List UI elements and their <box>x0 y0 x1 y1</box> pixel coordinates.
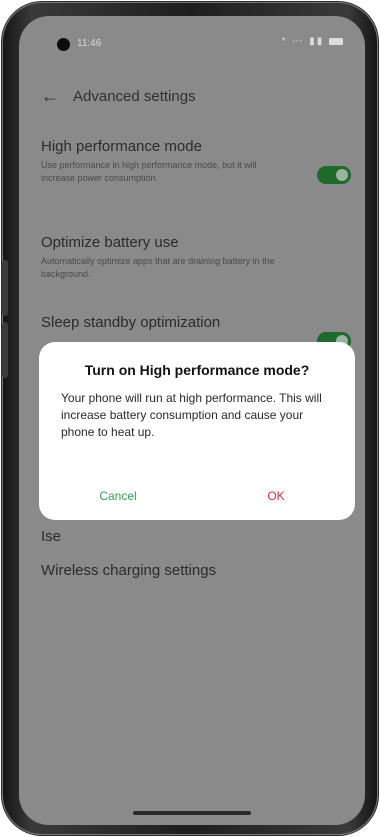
setting-title: Wireless charging settings <box>41 562 217 579</box>
phone-frame: 11:46 * ⋯ ▮▮ ← Advanced settings High pe… <box>2 2 378 835</box>
status-icons: * ⋯ ▮▮ <box>282 36 343 47</box>
setting-partial-item[interactable]: Ise <box>41 528 341 545</box>
volume-button <box>2 260 8 316</box>
setting-title: Sleep standby optimization <box>41 314 221 331</box>
setting-wireless-charging[interactable]: Wireless charging settings <box>41 562 341 579</box>
screen: 11:46 * ⋯ ▮▮ ← Advanced settings High pe… <box>19 16 365 825</box>
battery-icon <box>329 37 343 45</box>
dialog-buttons: Cancel OK <box>39 488 355 504</box>
dialog-message: Your phone will run at high performance.… <box>61 391 322 439</box>
setting-title: High performance mode <box>41 138 202 155</box>
header: ← Advanced settings <box>41 84 196 108</box>
power-button <box>2 322 8 378</box>
dialog-title: Turn on High performance mode? <box>84 362 310 378</box>
cancel-button[interactable]: Cancel <box>39 488 197 504</box>
page-title: Advanced settings <box>73 87 196 105</box>
back-arrow-icon[interactable]: ← <box>41 87 59 105</box>
status-signal-icons: * ⋯ ▮▮ <box>281 36 325 47</box>
setting-description: Use performance in high performance mode… <box>41 160 257 183</box>
setting-description: Automatically optimize apps that are dra… <box>41 256 275 279</box>
status-time: 11:46 <box>77 38 102 49</box>
status-bar: 11:46 * ⋯ ▮▮ <box>19 16 365 60</box>
setting-sleep-standby-optimization[interactable]: Sleep standby optimization <box>41 314 341 331</box>
toggle-knob <box>336 169 348 181</box>
high-performance-toggle[interactable] <box>317 166 351 184</box>
setting-title: Optimize battery use <box>41 234 179 251</box>
setting-high-performance-mode[interactable]: High performance mode Use performance in… <box>41 138 341 185</box>
confirm-dialog: Turn on High performance mode? Your phon… <box>39 342 355 520</box>
setting-optimize-battery-use[interactable]: Optimize battery use Automatically optim… <box>41 234 341 281</box>
setting-title: Ise <box>41 528 62 545</box>
ok-button[interactable]: OK <box>197 488 355 504</box>
camera-hole <box>57 38 70 51</box>
home-indicator[interactable] <box>133 811 251 815</box>
